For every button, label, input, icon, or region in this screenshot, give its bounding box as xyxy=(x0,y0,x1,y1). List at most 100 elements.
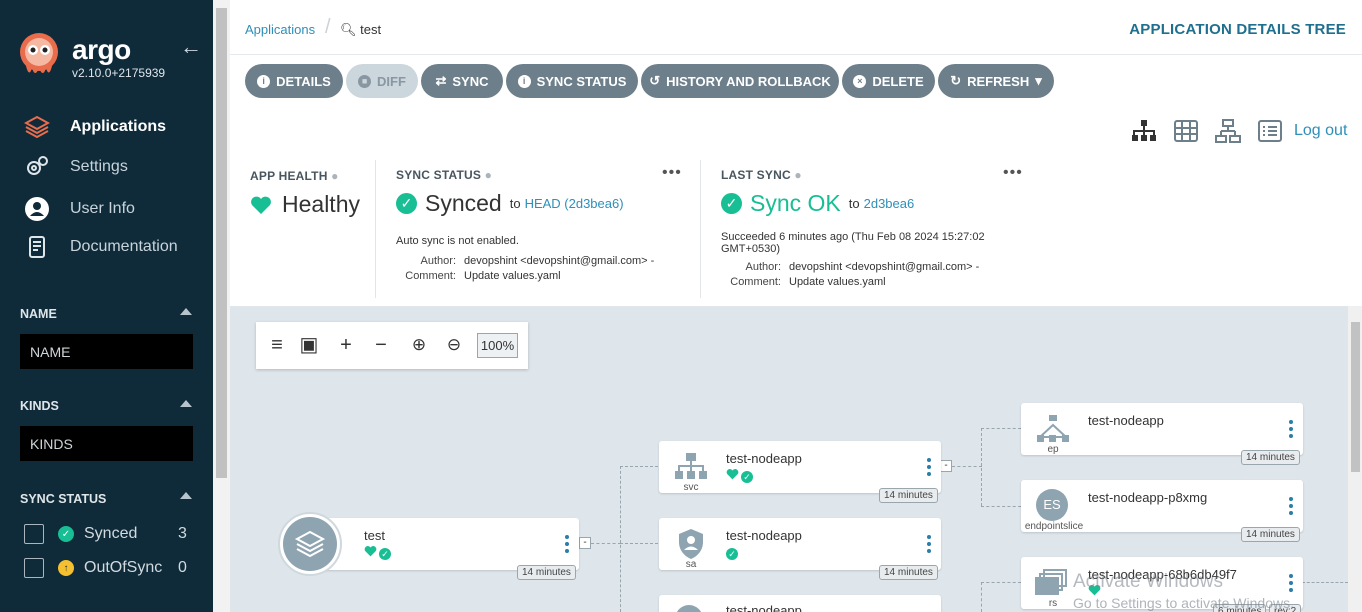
meta-key: Comment: xyxy=(730,276,781,288)
caret-up-icon[interactable] xyxy=(180,492,192,499)
collapse-toggle[interactable]: - xyxy=(579,537,591,549)
more-icon[interactable]: ••• xyxy=(1003,164,1023,182)
sync-author-row: Author: devopshint <devopshint@gmail.com>… xyxy=(396,255,686,267)
network-view-icon[interactable] xyxy=(1214,118,1242,144)
node-menu-icon[interactable] xyxy=(927,535,931,555)
edge xyxy=(952,466,982,467)
check-circle-icon: ✓ xyxy=(741,471,753,483)
kinds-filter-input[interactable]: KINDS xyxy=(20,426,193,461)
nav-label: User Info xyxy=(70,200,135,217)
last-sync-label: LAST SYNC ● xyxy=(721,168,802,182)
fit-screen-icon[interactable]: ▣ xyxy=(298,334,320,356)
zoom-out-icon[interactable]: ⊖ xyxy=(443,334,465,356)
canvas-scroll-thumb[interactable] xyxy=(1351,322,1360,472)
node-name: test-nodeapp xyxy=(726,451,802,466)
diff-button[interactable]: ■ DIFF xyxy=(346,64,418,98)
collapse-toggle[interactable]: - xyxy=(940,460,952,472)
sync-revision-link[interactable]: HEAD (2d3bea6) xyxy=(525,196,624,211)
breadcrumb-applications[interactable]: Applications xyxy=(245,22,315,37)
more-icon[interactable]: ••• xyxy=(662,164,682,182)
check-circle-icon: ✓ xyxy=(379,548,391,560)
align-left-icon[interactable]: ≡ xyxy=(266,334,288,356)
deploy-node[interactable]: test-nodeapp xyxy=(659,595,941,612)
sync-text: Synced xyxy=(425,190,502,216)
heart-icon xyxy=(251,196,271,214)
top-bar: Applications / 🔍︎ test APPLICATION DETAI… xyxy=(230,0,1362,55)
edge xyxy=(981,582,1021,583)
tree-view-icon[interactable] xyxy=(1130,118,1158,144)
checkbox[interactable] xyxy=(24,558,44,578)
details-button[interactable]: i DETAILS xyxy=(245,64,343,98)
help-icon: ● xyxy=(331,169,339,183)
node-name: test-nodeapp-p8xmg xyxy=(1088,490,1208,505)
breadcrumb-current-label: test xyxy=(360,22,382,37)
help-icon: ● xyxy=(794,168,802,182)
age-badge: 14 minutes xyxy=(879,565,938,580)
close-circle-icon: × xyxy=(853,74,867,88)
book-icon xyxy=(29,236,45,258)
meta-key: Author: xyxy=(420,255,456,267)
edge xyxy=(1302,582,1348,583)
info-icon: i xyxy=(257,74,271,88)
endpointslice-node[interactable]: ES endpointslice test-nodeapp-p8xmg xyxy=(1021,480,1303,532)
list-view-icon[interactable] xyxy=(1256,118,1284,144)
edge xyxy=(620,466,621,612)
name-filter-input[interactable]: NAME xyxy=(20,334,193,369)
filter-count: 3 xyxy=(178,525,187,542)
edge xyxy=(620,543,658,544)
arrow-up-circle-icon: ↑ xyxy=(58,560,74,576)
sidebar-scroll-thumb[interactable] xyxy=(216,8,227,478)
button-label: SYNC STATUS xyxy=(536,73,627,89)
expand-icon[interactable]: + xyxy=(335,334,357,356)
sa-node[interactable]: sa test-nodeapp ✓ xyxy=(659,518,941,570)
breadcrumb-current: 🔍︎ test xyxy=(340,22,381,38)
filter-synced[interactable]: ✓ Synced 3 xyxy=(24,524,187,544)
auto-sync-note: Auto sync is not enabled. xyxy=(396,235,519,247)
age-badge: 14 minutes xyxy=(879,488,938,503)
edge xyxy=(591,543,621,544)
ep-node[interactable]: ep test-nodeapp xyxy=(1021,403,1303,455)
grid-view-icon[interactable] xyxy=(1172,118,1200,144)
last-sync-revision-link[interactable]: 2d3bea6 xyxy=(864,196,915,211)
gears-icon xyxy=(27,156,48,175)
nav-user-info[interactable]: User Info xyxy=(24,196,135,222)
node-menu-icon[interactable] xyxy=(927,458,931,478)
layers-icon xyxy=(24,115,50,139)
caret-up-icon[interactable] xyxy=(180,400,192,407)
history-rollback-button[interactable]: ↺ HISTORY AND ROLLBACK xyxy=(641,64,839,98)
nav-settings[interactable]: Settings xyxy=(24,154,128,180)
zoom-level[interactable]: 100% xyxy=(477,333,518,358)
svc-node[interactable]: svc test-nodeapp ✓ xyxy=(659,441,941,493)
nav-documentation[interactable]: Documentation xyxy=(24,234,178,260)
collapse-icon[interactable]: − xyxy=(370,334,392,356)
age-badge: 14 minutes xyxy=(1241,450,1300,465)
zoom-in-icon[interactable]: ⊕ xyxy=(408,334,430,356)
node-menu-icon[interactable] xyxy=(1289,420,1293,440)
node-status: ✓ xyxy=(726,544,738,562)
delete-button[interactable]: × DELETE xyxy=(842,64,935,98)
node-menu-icon[interactable] xyxy=(1289,497,1293,517)
sync-button[interactable]: ⇄ SYNC xyxy=(421,64,503,98)
logout-link[interactable]: Log out xyxy=(1294,122,1347,140)
age-badge: 14 minutes xyxy=(1241,527,1300,542)
sync-status-button[interactable]: i SYNC STATUS xyxy=(506,64,638,98)
refresh-button[interactable]: ↻ REFRESH ▾ xyxy=(938,64,1054,98)
node-menu-icon[interactable] xyxy=(1289,574,1293,594)
divider xyxy=(700,160,701,298)
divider xyxy=(375,160,376,298)
nav-applications[interactable]: Applications xyxy=(24,114,166,140)
node-name: test-nodeapp xyxy=(726,528,802,543)
nav-label: Documentation xyxy=(70,238,178,255)
collapse-sidebar-icon[interactable]: ← xyxy=(180,34,202,60)
age-badge: 14 minutes xyxy=(517,565,576,580)
author-value: devopshint <devopshint@gmail.com> - xyxy=(789,261,980,273)
caret-up-icon[interactable] xyxy=(180,308,192,315)
checkbox[interactable] xyxy=(24,524,44,544)
check-circle-icon: ✓ xyxy=(58,526,74,542)
sync-status-label: SYNC STATUS ● xyxy=(396,168,493,182)
deployment-icon xyxy=(675,605,703,612)
kinds-filter-title: KINDS xyxy=(20,399,59,413)
node-menu-icon[interactable] xyxy=(565,535,569,555)
filter-outofsync[interactable]: ↑ OutOfSync 0 xyxy=(24,558,187,578)
endpointslice-icon: ES xyxy=(1036,489,1068,521)
